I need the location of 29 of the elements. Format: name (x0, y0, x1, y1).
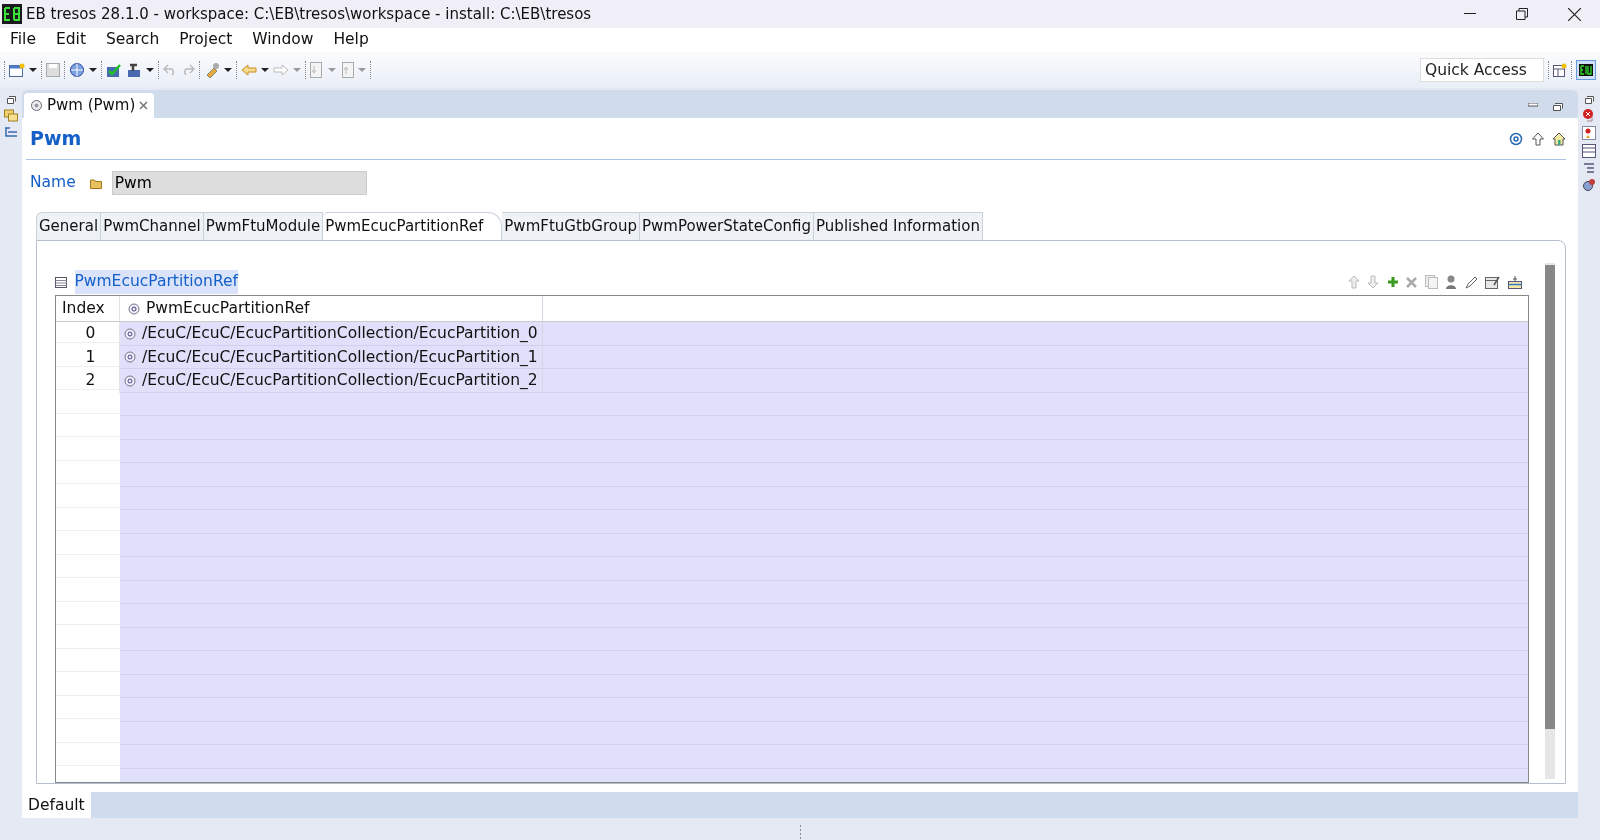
page-tab[interactable]: Default (22, 792, 91, 818)
name-label: Name (30, 172, 76, 194)
section-title: PwmEcucPartitionRef (74, 270, 238, 294)
window-title: EB tresos 28.1.0 - workspace: C:\EB\tresos\workspace - install: C:\EB\tresos (26, 3, 592, 25)
page-tab[interactable]: PwmFtuModule (203, 212, 324, 240)
page-tab[interactable]: PwmEcucPartitionRef (323, 212, 503, 240)
column-header[interactable]: PwmEcucPartitionRef (146, 296, 310, 321)
page-tab[interactable]: Published Information (814, 212, 983, 240)
menu-item[interactable]: Help (323, 28, 379, 52)
page-tab[interactable]: PwmChannel (101, 212, 204, 240)
menu-item[interactable]: Project (169, 28, 243, 52)
index-cell-text: 2 (85, 370, 96, 392)
menu-item[interactable]: Window (242, 28, 324, 52)
column-header[interactable]: Index (56, 296, 120, 321)
form-title: Pwm (30, 126, 82, 152)
page-tab[interactable]: General (36, 212, 102, 240)
reference-cell-text: /EcuC/EcuC/EcucPartitionCollection/EcucPartition_1 (142, 346, 538, 368)
quick-access-field[interactable]: Quick Access (1420, 58, 1544, 82)
editor-tab[interactable]: Pwm (Pwm) (24, 93, 155, 118)
name-field[interactable]: Pwm (111, 171, 367, 195)
reference-cell-text: /EcuC/EcuC/EcucPartitionCollection/EcucPartition_2 (142, 370, 538, 392)
menu-item[interactable]: Search (95, 28, 170, 52)
menu-item[interactable]: Edit (45, 28, 96, 52)
page-tab[interactable]: PwmPowerStateConfig (639, 212, 815, 240)
menu-item[interactable]: File (0, 28, 46, 52)
index-cell-text: 1 (85, 346, 96, 368)
index-cell-text: 0 (85, 323, 96, 345)
page-tab[interactable]: PwmFtuGtbGroup (502, 212, 640, 240)
reference-cell-text: /EcuC/EcuC/EcucPartitionCollection/EcucPartition_0 (142, 323, 538, 345)
